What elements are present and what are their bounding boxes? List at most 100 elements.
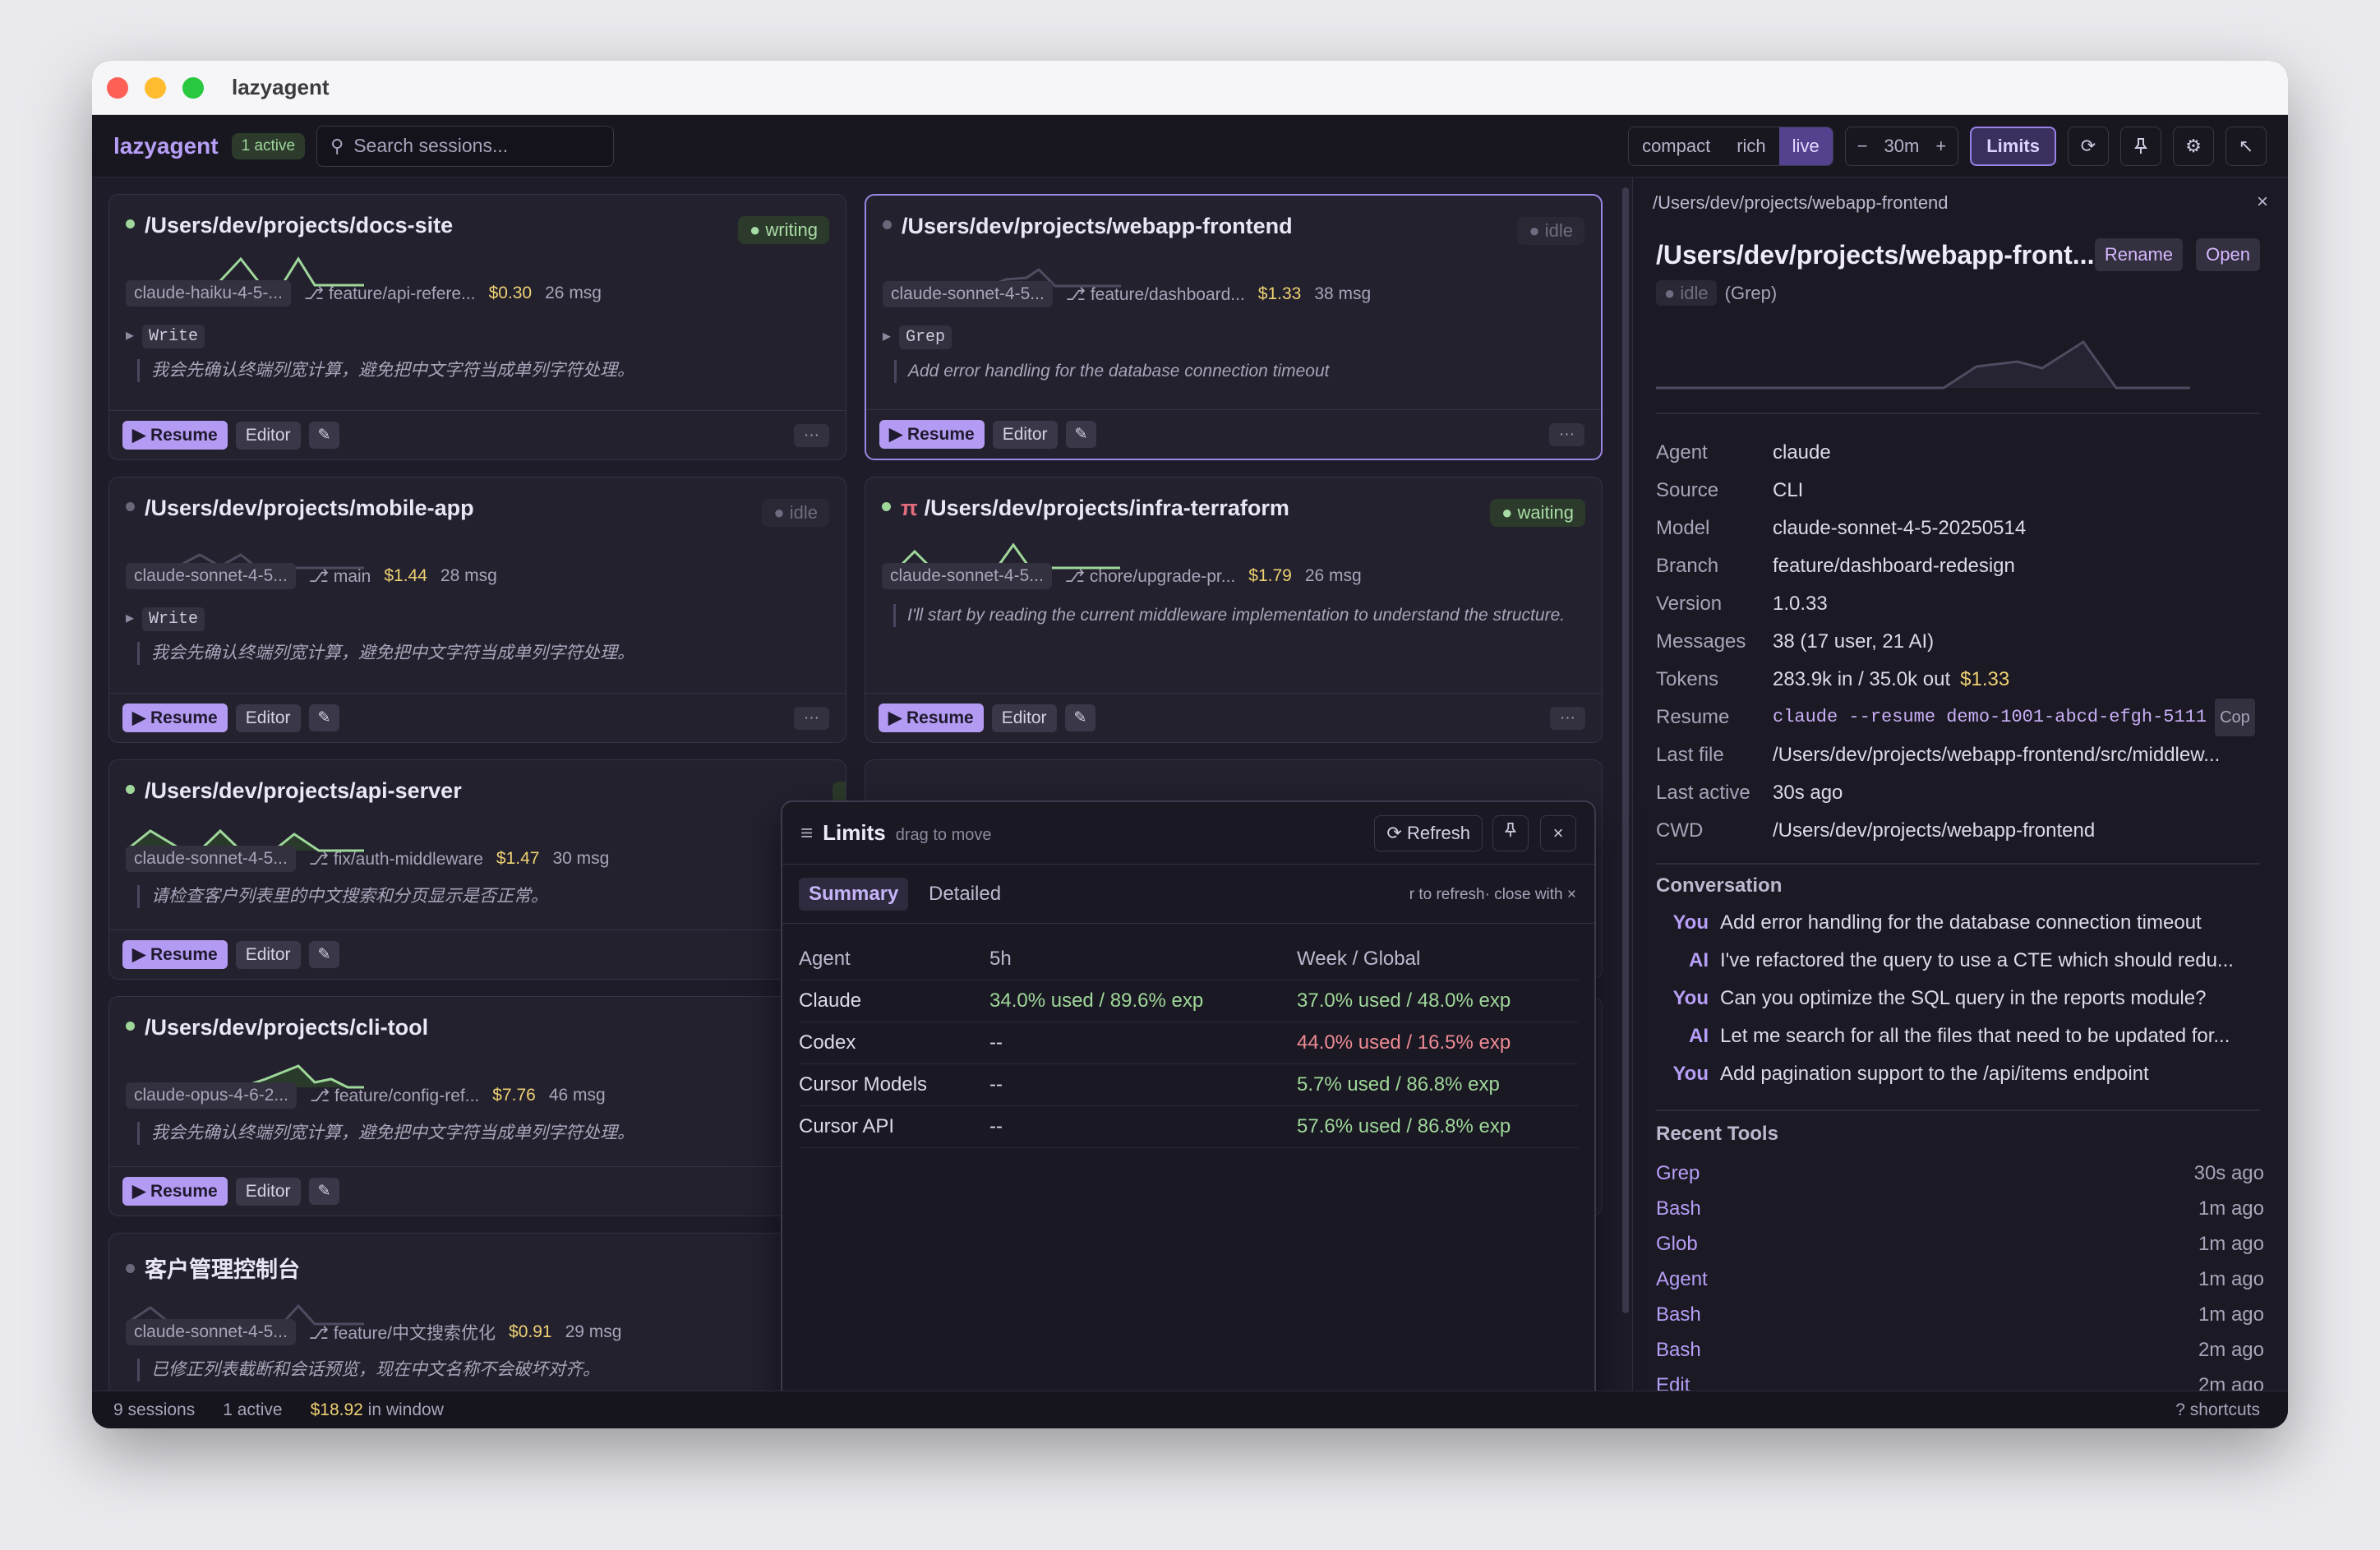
editor-button[interactable]: Editor xyxy=(992,420,1058,449)
session-card[interactable]: π/Users/dev/projects/infra-terraform ● w… xyxy=(865,477,1603,743)
edit-icon[interactable]: ✎ xyxy=(308,1178,340,1205)
resume-button[interactable]: ▶ Resume xyxy=(122,1177,228,1206)
copy-button[interactable]: Cop xyxy=(2215,699,2255,736)
session-meta: claude-sonnet-4-5... ⎇ main $1.44 28 msg xyxy=(126,563,497,589)
cost-label: $1.47 xyxy=(496,849,540,868)
resume-button[interactable]: ▶ Resume xyxy=(122,421,228,450)
detail-fields: Agent claude Source CLI Model claude-sonnet… xyxy=(1656,434,2255,850)
edit-icon[interactable]: ✎ xyxy=(308,704,340,731)
editor-button[interactable]: Editor xyxy=(235,421,301,450)
cards-scrollbar[interactable] xyxy=(1622,187,1629,1313)
resume-button[interactable]: ▶ Resume xyxy=(879,420,985,449)
session-card[interactable]: /Users/dev/projects/api-server ● wa clau… xyxy=(108,759,846,980)
toolbar-right: compact rich live − 30m + Limits ⟳ ⚙ ↖ xyxy=(1628,127,2267,166)
editor-button[interactable]: Editor xyxy=(235,703,301,732)
tokens-cost: $1.33 xyxy=(1960,668,2010,690)
message-count: 26 msg xyxy=(545,284,602,302)
limits-dialog: ≡ Limits drag to move ⟳ Refresh × Summary … xyxy=(781,800,1596,1428)
close-window-button[interactable] xyxy=(107,76,128,99)
time-window-increase[interactable]: + xyxy=(1935,136,1946,157)
tab-detailed[interactable]: Detailed xyxy=(919,878,1011,911)
session-card[interactable]: /Users/dev/projects/cli-tool ● wa claude… xyxy=(108,996,846,1216)
table-header: Agent 5h Week / Global xyxy=(799,939,1578,980)
time-window-decrease[interactable]: − xyxy=(1857,136,1868,157)
view-mode-compact[interactable]: compact xyxy=(1629,127,1723,165)
tab-summary[interactable]: Summary xyxy=(799,878,909,911)
cost-label: $1.33 xyxy=(1257,284,1302,303)
session-meta: claude-sonnet-4-5... ⎇ feature/中文搜索优化 $0… xyxy=(126,1319,621,1345)
more-icon[interactable]: ··· xyxy=(1549,422,1584,446)
detail-title: /Users/dev/projects/webapp-front... xyxy=(1656,240,2095,270)
window-title: lazyagent xyxy=(232,75,330,99)
conversation-item: You Add error handling for the database c… xyxy=(1672,911,2202,934)
resume-button[interactable]: ▶ Resume xyxy=(122,703,228,732)
message-preview: 我会先确认终端列宽计算，避免把中文字符当成单列字符处理。 xyxy=(137,359,829,382)
edit-icon[interactable]: ✎ xyxy=(308,422,340,449)
close-icon[interactable]: × xyxy=(2257,191,2268,214)
conversation-item: You Can you optimize the SQL query in the… xyxy=(1672,987,2207,1009)
shortcuts-hint[interactable]: ? shortcuts xyxy=(2175,1400,2260,1420)
model-chip: claude-sonnet-4-5... xyxy=(126,563,296,589)
editor-button[interactable]: Editor xyxy=(235,1177,301,1206)
pin-icon[interactable] xyxy=(2120,127,2161,166)
edit-icon[interactable]: ✎ xyxy=(1064,704,1096,731)
refresh-icon[interactable]: ⟳ xyxy=(2068,127,2109,166)
zoom-window-button[interactable] xyxy=(182,76,204,99)
conversation-item: AI I've refactored the query to use a CTE… xyxy=(1689,949,2234,971)
limits-button[interactable]: Limits xyxy=(1970,127,2056,166)
close-icon[interactable]: × xyxy=(1540,815,1576,851)
table-row: Codex -- 44.0% used / 16.5% exp xyxy=(799,1022,1578,1064)
field-resume: Resume claude --resume demo-1001-abcd-efg… xyxy=(1656,699,2255,736)
session-card[interactable]: /Users/dev/projects/mobile-app ● idle cl… xyxy=(108,477,846,743)
resume-button[interactable]: ▶ Resume xyxy=(879,703,984,732)
conversation-item: You Add pagination support to the /api/it… xyxy=(1672,1063,2149,1085)
last-tool: ▸ Write xyxy=(126,325,205,348)
view-mode-live[interactable]: live xyxy=(1778,127,1833,165)
status-dot xyxy=(126,785,135,795)
editor-button[interactable]: Editor xyxy=(235,940,301,969)
edit-icon[interactable]: ✎ xyxy=(1065,421,1097,448)
minimize-window-button[interactable] xyxy=(145,76,166,99)
view-mode-rich[interactable]: rich xyxy=(1723,127,1778,165)
field-messages: Messages 38 (17 user, 21 AI) xyxy=(1656,630,1935,653)
open-button[interactable]: Open xyxy=(2196,238,2260,271)
branch-label: ⎇ feature/中文搜索优化 xyxy=(308,1324,496,1343)
model-chip: claude-haiku-4-5-... xyxy=(126,280,291,307)
session-card-selected[interactable]: /Users/dev/projects/webapp-frontend ● id… xyxy=(865,194,1603,460)
search-box[interactable]: ⚲ xyxy=(316,125,615,167)
resume-button[interactable]: ▶ Resume xyxy=(122,940,228,969)
divider xyxy=(1656,1109,2260,1111)
more-icon[interactable]: ··· xyxy=(794,706,829,730)
rename-button[interactable]: Rename xyxy=(2094,238,2183,271)
more-icon[interactable]: ··· xyxy=(794,423,829,447)
divider xyxy=(1656,863,2260,865)
collapse-icon[interactable]: ↖ xyxy=(2225,127,2267,166)
session-card[interactable]: 客户管理控制台 claude-sonnet-4-5... ⎇ feature/中… xyxy=(108,1233,846,1414)
table-row: Cursor API -- 57.6% used / 86.8% exp xyxy=(799,1106,1578,1148)
drag-handle-icon: ≡ xyxy=(800,820,814,845)
edit-icon[interactable]: ✎ xyxy=(308,941,340,968)
status-badge: ● waiting xyxy=(1490,499,1585,527)
recent-tools-list: Grep 30s ago Bash 1m ago Glob 1m ago Agent 1… xyxy=(1656,1156,2264,1403)
model-chip: claude-opus-4-6-2... xyxy=(126,1082,297,1109)
gear-icon[interactable]: ⚙ xyxy=(2173,127,2214,166)
session-card[interactable]: /Users/dev/projects/docs-site ● writing … xyxy=(108,194,846,460)
conversation-title: Conversation xyxy=(1656,874,1783,897)
detail-sparkline xyxy=(1656,339,2190,390)
view-mode-toggle: compact rich live xyxy=(1628,127,1833,166)
refresh-icon: ⟳ xyxy=(1386,823,1402,843)
editor-button[interactable]: Editor xyxy=(991,703,1057,732)
resume-command[interactable]: claude --resume demo-1001-abcd-efgh-5111 xyxy=(1773,699,2207,736)
session-meta: claude-sonnet-4-5... ⎇ fix/auth-middlewa… xyxy=(126,846,609,872)
limits-refresh-button[interactable]: ⟳ Refresh xyxy=(1374,815,1483,851)
cost-label: $0.30 xyxy=(488,284,533,302)
conversation-item: AI Let me search for all the files that n… xyxy=(1689,1025,2230,1047)
limits-header[interactable]: ≡ Limits drag to move ⟳ Refresh × xyxy=(782,802,1594,865)
pin-icon[interactable] xyxy=(1492,815,1529,851)
toolbar: lazyagent 1 active ⚲ compact rich live −… xyxy=(92,115,2288,178)
more-icon[interactable]: ··· xyxy=(1550,706,1585,730)
branch-label: ⎇ feature/dashboard... xyxy=(1065,284,1245,304)
conversation-list: You Add error handling for the database c… xyxy=(1656,904,2264,1093)
message-preview: 请检查客户列表里的中文搜索和分页显示是否正常。 xyxy=(137,885,829,908)
search-input[interactable] xyxy=(353,135,601,157)
